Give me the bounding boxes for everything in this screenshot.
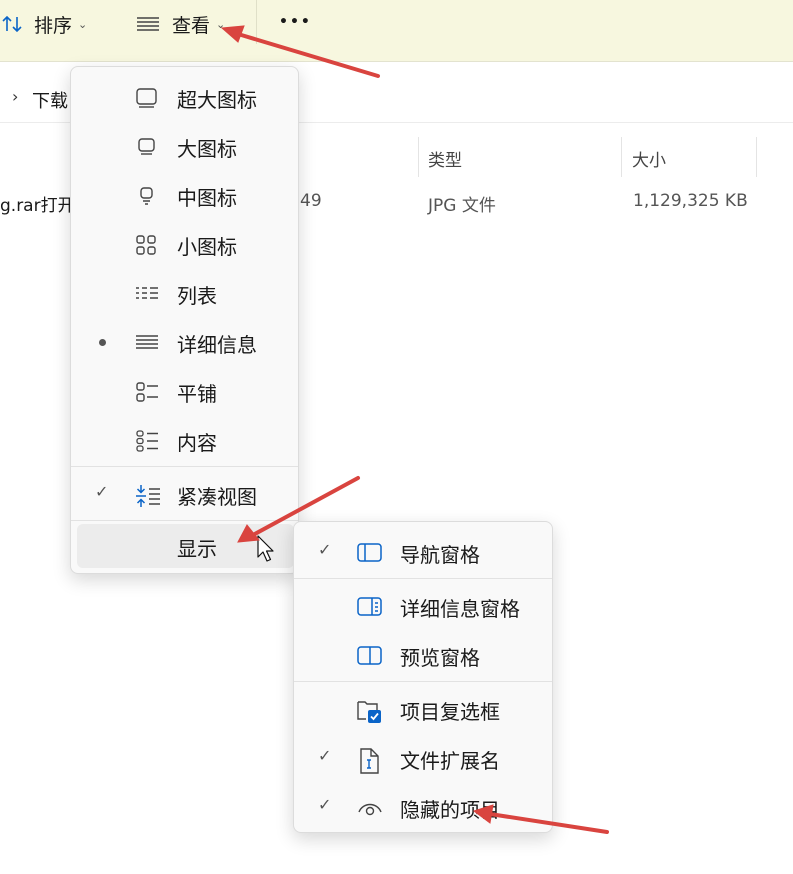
menu-item-medium-icons[interactable]: 中图标	[71, 171, 298, 220]
menu-item-label: 小图标	[177, 235, 237, 259]
item-checkboxes-icon	[357, 699, 381, 723]
menu-item-preview-pane[interactable]: 预览窗格	[294, 631, 552, 680]
more-icon: •••	[279, 14, 312, 30]
breadcrumb-chevron-icon: ›	[12, 87, 19, 106]
menu-item-label: 大图标	[177, 137, 237, 161]
menu-item-label: 详细信息窗格	[400, 597, 520, 621]
view-button[interactable]: 查看 ⌄	[136, 8, 225, 40]
column-divider[interactable]	[418, 137, 419, 177]
column-divider[interactable]	[756, 137, 757, 177]
menu-item-tiles[interactable]: 平铺	[71, 367, 298, 416]
details-icon	[135, 332, 159, 354]
small-icons-icon	[135, 234, 159, 256]
medium-icons-icon	[135, 185, 159, 207]
menu-item-details-pane[interactable]: 详细信息窗格	[294, 582, 552, 631]
toolbar-divider	[256, 0, 257, 44]
menu-item-small-icons[interactable]: 小图标	[71, 220, 298, 269]
checkmark-icon: ✓	[318, 795, 332, 814]
column-header-type[interactable]: 类型	[428, 146, 462, 171]
list-icon	[135, 283, 159, 305]
large-icons-icon	[135, 136, 159, 158]
mouse-cursor-icon	[257, 535, 277, 563]
preview-pane-icon	[357, 645, 382, 667]
menu-item-content[interactable]: 内容	[71, 416, 298, 465]
command-bar: 排序 ⌄ 查看 ⌄ •••	[0, 0, 793, 62]
menu-item-label: 项目复选框	[400, 700, 500, 724]
file-extensions-icon	[357, 748, 381, 774]
file-date: 49	[300, 191, 322, 211]
navigation-pane-icon	[357, 542, 382, 564]
chevron-down-icon: ⌄	[216, 17, 226, 31]
checkmark-icon: ✓	[318, 540, 332, 559]
menu-item-label: 隐藏的项目	[400, 798, 500, 822]
menu-item-label: 内容	[177, 431, 217, 455]
menu-item-label: 预览窗格	[400, 646, 480, 670]
menu-item-item-checkboxes[interactable]: 项目复选框	[294, 685, 552, 734]
sort-button[interactable]: 排序 ⌄	[2, 8, 87, 40]
menu-item-hidden-items[interactable]: ✓ 隐藏的项目	[294, 783, 552, 832]
menu-item-navigation-pane[interactable]: ✓ 导航窗格	[294, 528, 552, 577]
menu-separator	[294, 578, 552, 579]
menu-item-details[interactable]: 详细信息	[71, 318, 298, 367]
tiles-icon	[135, 381, 159, 403]
menu-item-label: 平铺	[177, 382, 217, 406]
menu-item-extra-large-icons[interactable]: 超大图标	[71, 73, 298, 122]
breadcrumb-folder[interactable]: 下载	[32, 87, 68, 113]
menu-separator	[71, 466, 298, 467]
menu-item-compact-view[interactable]: ✓ 紧凑视图	[71, 470, 298, 519]
view-label: 查看	[172, 14, 211, 37]
sort-icon	[2, 14, 24, 34]
column-divider[interactable]	[621, 137, 622, 177]
extra-large-icons-icon	[135, 87, 159, 109]
menu-item-list[interactable]: 列表	[71, 269, 298, 318]
hidden-items-icon	[357, 797, 382, 819]
menu-item-label: 显示	[177, 537, 217, 561]
menu-separator	[294, 681, 552, 682]
column-header-size[interactable]: 大小	[632, 146, 666, 171]
menu-item-label: 导航窗格	[400, 543, 480, 567]
sort-label: 排序	[34, 14, 73, 37]
view-lines-icon	[136, 15, 160, 33]
menu-item-label: 紧凑视图	[177, 485, 257, 509]
menu-item-label: 列表	[177, 284, 217, 308]
content-icon	[135, 430, 159, 452]
menu-item-label: 中图标	[177, 186, 237, 210]
compact-view-icon	[135, 484, 160, 507]
menu-item-file-extensions[interactable]: ✓ 文件扩展名	[294, 734, 552, 783]
menu-item-label: 超大图标	[177, 88, 257, 112]
checkmark-icon: ✓	[95, 482, 109, 501]
more-options-button[interactable]: •••	[279, 6, 312, 38]
checkmark-icon: ✓	[318, 746, 332, 765]
chevron-down-icon: ⌄	[78, 17, 88, 31]
file-name: g.rar打开	[0, 196, 75, 216]
menu-item-label: 详细信息	[177, 333, 257, 357]
file-size: 1,129,325 KB	[633, 191, 748, 211]
show-submenu: ✓ 导航窗格 详细信息窗格 预览窗格 项目复选框 ✓ 文件扩展名 ✓ 隐藏的项目	[293, 521, 553, 833]
file-type: JPG 文件	[428, 196, 496, 216]
view-menu: 超大图标 大图标 中图标 小图标 列表 详细信息 平铺 内容 ✓ 紧凑视图 显示	[70, 66, 299, 574]
selected-bullet-icon	[99, 339, 106, 346]
menu-item-large-icons[interactable]: 大图标	[71, 122, 298, 171]
menu-item-label: 文件扩展名	[400, 749, 500, 773]
details-pane-icon	[357, 596, 382, 618]
menu-separator	[71, 520, 298, 521]
